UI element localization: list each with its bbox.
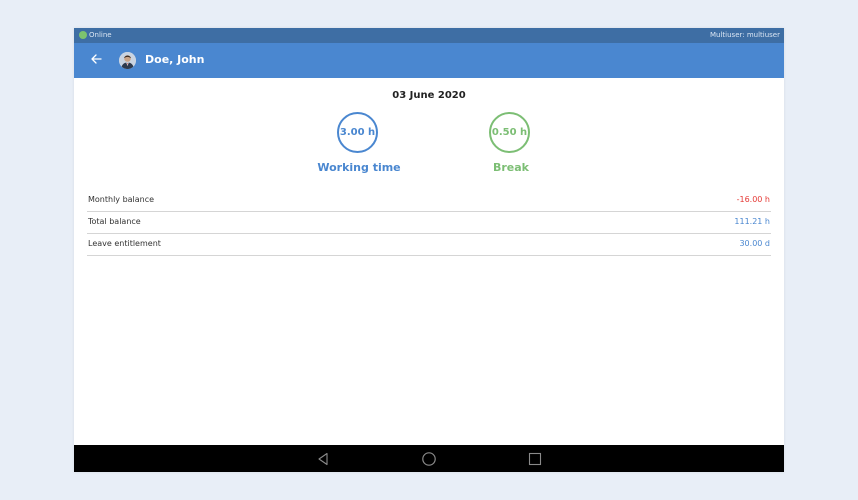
circle-home-icon[interactable] (420, 450, 438, 468)
app-bar: Doe, John (74, 43, 784, 78)
list-item-label: Leave entitlement (88, 239, 161, 248)
connection-status: Online (89, 31, 112, 39)
list-item-total-balance: Total balance 111.21 h (87, 212, 771, 234)
list-item-value: 30.00 d (739, 239, 770, 248)
break-value: 0.50 h (491, 127, 528, 138)
page-title: Doe, John (145, 53, 205, 66)
working-time-circle: 3.00 h (337, 112, 378, 153)
break-label: Break (492, 161, 529, 174)
list-item-value: -16.00 h (736, 195, 770, 204)
avatar (119, 52, 136, 69)
list-item-leave-entitlement: Leave entitlement 30.00 d (87, 234, 771, 256)
triangle-back-icon[interactable] (314, 450, 332, 468)
android-nav-bar (74, 445, 784, 472)
list-item-monthly-balance: Monthly balance -16.00 h (87, 190, 771, 212)
online-indicator-icon (79, 31, 87, 39)
square-recents-icon[interactable] (526, 450, 544, 468)
balance-list: Monthly balance -16.00 h Total balance 1… (87, 190, 771, 256)
day-overview: 03 June 2020 3.00 h Working time 0.50 h … (74, 78, 784, 445)
working-time-label: Working time (317, 161, 401, 174)
current-user: Multiuser: multiuser (710, 31, 780, 39)
status-bar: Online Multiuser: multiuser (74, 28, 784, 43)
break-circle: 0.50 h (489, 112, 530, 153)
list-item-label: Total balance (88, 217, 141, 226)
selected-date: 03 June 2020 (392, 90, 466, 101)
app-window: Online Multiuser: multiuser Doe, John 03… (74, 28, 784, 472)
list-item-value: 111.21 h (734, 217, 770, 226)
working-time-value: 3.00 h (339, 127, 376, 138)
back-arrow-icon[interactable] (86, 51, 106, 71)
list-item-label: Monthly balance (88, 195, 155, 204)
